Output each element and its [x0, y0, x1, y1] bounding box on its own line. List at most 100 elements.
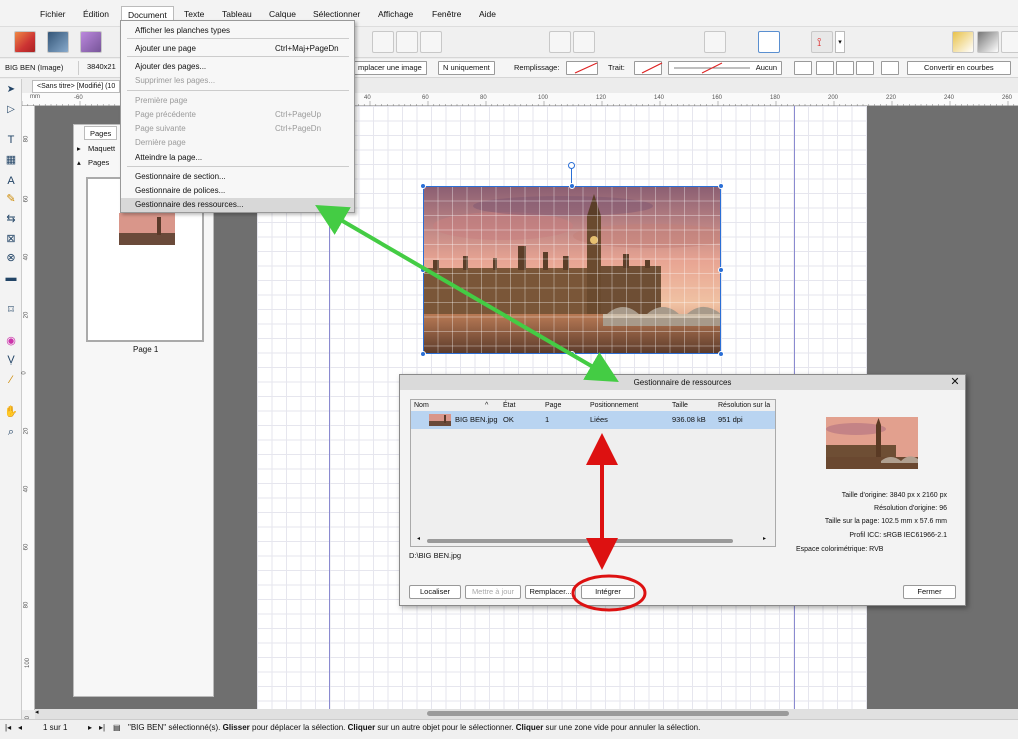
object-size: 3840x21	[78, 61, 124, 75]
column-header-name[interactable]: Nom	[414, 400, 429, 411]
fit-content-button[interactable]	[836, 61, 854, 75]
resize-handle-tr[interactable]	[718, 183, 724, 189]
fill-swatch[interactable]	[566, 61, 598, 75]
open-document-button[interactable]	[47, 31, 69, 53]
scroll-left-icon[interactable]: ◂	[417, 535, 420, 542]
align-left-button[interactable]	[372, 31, 394, 53]
vruler-tick-label: 100	[25, 657, 32, 669]
last-page-icon[interactable]: ▸|	[99, 720, 105, 736]
preview-eye-button[interactable]	[704, 31, 726, 53]
image-frame-tool-icon[interactable]: ⊠	[4, 232, 18, 246]
magnet-dropdown-chevron-icon[interactable]: ▾	[835, 31, 845, 53]
canvas-scrollbar-thumb[interactable]	[427, 711, 789, 716]
resize-handle-br[interactable]	[718, 351, 724, 357]
save-document-button[interactable]	[80, 31, 102, 53]
arrange-button[interactable]	[977, 31, 999, 53]
column-header-page[interactable]: Page	[545, 400, 561, 411]
menu-item-7: Dernière page	[135, 138, 186, 147]
magnet-button[interactable]: ⟟	[811, 31, 833, 53]
fit-frame-button[interactable]	[816, 61, 834, 75]
previous-page-icon[interactable]: ◂	[18, 720, 22, 736]
menu-item-8[interactable]: Atteindre la page...	[121, 151, 354, 165]
new-document-button[interactable]	[14, 31, 36, 53]
canvas-scroll-left-icon[interactable]: ◂	[35, 708, 39, 716]
hand-tool-icon[interactable]: ✋	[4, 405, 18, 419]
vertical-ruler[interactable]: 80604020020406080100120	[22, 106, 35, 726]
locate-button[interactable]: Localiser	[409, 585, 461, 599]
update-button[interactable]: Mettre à jour	[465, 585, 521, 599]
stroke-style-dropdown[interactable]: Aucun	[668, 61, 782, 75]
app-logo-icon	[5, 5, 22, 22]
list-view-button[interactable]	[758, 31, 780, 53]
column-header-state[interactable]: État	[503, 400, 515, 411]
sort-ascending-icon[interactable]: ^	[485, 400, 488, 411]
status-message: "BIG BEN" sélectionné(s). Glisser pour d…	[128, 723, 701, 732]
canvas-horizontal-scrollbar[interactable]: ◂	[35, 709, 1018, 719]
select-tool-icon[interactable]: ➤	[4, 83, 18, 97]
zoom-tool-icon[interactable]: ⌕	[4, 425, 18, 439]
menu-aide[interactable]: Aide	[473, 6, 502, 22]
overflow-button[interactable]	[1001, 31, 1018, 53]
column-header-size[interactable]: Taille	[672, 400, 688, 411]
transparency-tool-icon[interactable]: Ṿ	[4, 353, 18, 367]
resize-handle-b[interactable]	[569, 351, 575, 357]
page-setup-icon[interactable]: ▤	[113, 720, 121, 736]
info-row: Profil ICC: sRGB IEC61966-2.1	[849, 532, 947, 539]
magnet-icon: ⟟	[817, 35, 822, 49]
table-tool-icon[interactable]: ▦	[4, 153, 18, 167]
align-right-button[interactable]	[420, 31, 442, 53]
resize-handle-bl[interactable]	[420, 351, 426, 357]
document-tab[interactable]: <Sans titre> [Modifié] (10	[32, 80, 121, 93]
only-toggle-button[interactable]: N uniquement	[438, 61, 495, 75]
table-row[interactable]: BIG BEN.jpg OK 1 Liées 936.08 kB 951 dpi	[411, 411, 775, 429]
resize-handle-l[interactable]	[420, 267, 426, 273]
scroll-right-icon[interactable]: ▸	[763, 535, 766, 542]
close-button[interactable]: Fermer	[903, 585, 956, 599]
horizontal-scrollbar[interactable]: ◂ ▸	[417, 535, 769, 544]
text-frame-tool-icon[interactable]: T	[4, 133, 18, 147]
crop-tool-icon[interactable]: ⌑	[4, 303, 18, 317]
pin-button[interactable]	[549, 31, 571, 53]
no-fill-icon	[574, 62, 598, 74]
close-icon[interactable]: ✕	[949, 375, 961, 390]
embed-button[interactable]: Intégrer	[581, 585, 635, 599]
pen-tool-icon[interactable]: ✎	[4, 192, 18, 206]
column-header-resolution[interactable]: Résolution sur la	[718, 400, 776, 411]
rotation-handle[interactable]	[568, 162, 575, 169]
scrollbar-thumb[interactable]	[427, 539, 733, 543]
menu-item-9[interactable]: Gestionnaire de section...	[121, 170, 354, 184]
resize-handle-t[interactable]	[569, 183, 575, 189]
align-center-button[interactable]	[396, 31, 418, 53]
color-tool-icon[interactable]: ◉	[4, 334, 18, 348]
node-tool-icon[interactable]: ▷	[4, 103, 18, 117]
menu-fenetre[interactable]: Fenêtre	[426, 6, 467, 22]
next-page-icon[interactable]: ▸	[88, 720, 92, 736]
menu-affichage[interactable]: Affichage	[372, 6, 419, 22]
replace-button[interactable]: Remplacer...	[525, 585, 576, 599]
column-header-placement[interactable]: Positionnement	[590, 400, 638, 411]
menu-item-1[interactable]: Ajouter une page Ctrl+Maj+PageDn	[121, 42, 354, 56]
stroke-swatch[interactable]	[634, 61, 663, 75]
properties-button[interactable]	[573, 31, 595, 53]
menu-item-10[interactable]: Gestionnaire de polices...	[121, 184, 354, 198]
image-settings-button[interactable]	[881, 61, 899, 75]
menu-edition[interactable]: Édition	[77, 6, 115, 22]
text-tool-icon[interactable]: A	[4, 174, 18, 188]
picture-tool-icon[interactable]: ▬	[4, 271, 18, 285]
resize-handle-tl[interactable]	[420, 183, 426, 189]
eyedropper-tool-icon[interactable]: ⁄	[4, 373, 18, 387]
menu-fichier[interactable]: Fichier	[34, 6, 72, 22]
first-page-icon[interactable]: |◂	[5, 720, 11, 736]
shape-tool-icon[interactable]: ⊗	[4, 251, 18, 265]
resize-handle-r[interactable]	[718, 267, 724, 273]
center-content-button[interactable]	[856, 61, 874, 75]
menu-item-11[interactable]: Gestionnaire des ressources...	[121, 198, 354, 212]
menu-item-0[interactable]: Afficher les planches types	[121, 24, 354, 38]
crop-button[interactable]	[794, 61, 812, 75]
menu-item-2[interactable]: Ajouter des pages...	[121, 60, 354, 74]
replace-image-button[interactable]: mplacer une image	[354, 61, 427, 75]
pages-panel-tab[interactable]: Pages	[84, 126, 118, 140]
layers-button[interactable]	[952, 31, 974, 53]
convert-to-curves-button[interactable]: Convertir en courbes	[907, 61, 1011, 75]
move-tool-icon[interactable]: ⇆	[4, 212, 18, 226]
